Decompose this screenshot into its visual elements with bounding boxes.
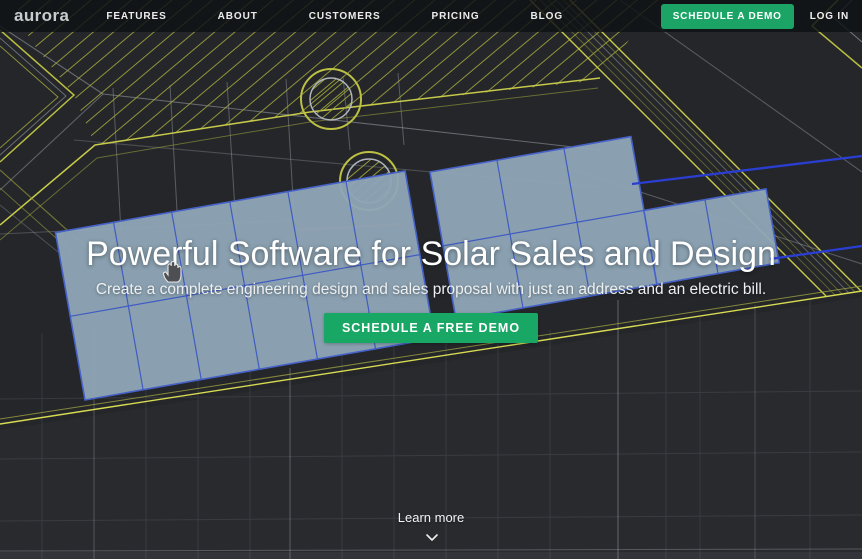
hero-subtitle: Create a complete engineering design and… bbox=[0, 281, 862, 299]
grab-cursor-icon bbox=[160, 256, 186, 286]
nav-item-about[interactable]: ABOUT bbox=[218, 11, 258, 22]
schedule-demo-button[interactable]: SCHEDULE A DEMO bbox=[661, 4, 794, 29]
login-link[interactable]: LOG IN bbox=[810, 11, 849, 22]
tree-circle-1 bbox=[301, 69, 361, 129]
hero-title: Powerful Software for Solar Sales and De… bbox=[0, 235, 862, 274]
header-right-group: SCHEDULE A DEMO LOG IN bbox=[661, 4, 849, 29]
nav-item-features[interactable]: FEATURES bbox=[106, 11, 166, 22]
main-nav: FEATURES ABOUT CUSTOMERS PRICING BLOG bbox=[106, 11, 563, 22]
nav-item-blog[interactable]: BLOG bbox=[531, 11, 564, 22]
nav-item-pricing[interactable]: PRICING bbox=[432, 11, 480, 22]
cad-design-scene bbox=[0, 0, 862, 559]
schedule-free-demo-button[interactable]: SCHEDULE A FREE DEMO bbox=[324, 313, 538, 343]
hero-cta-wrap: SCHEDULE A FREE DEMO bbox=[0, 313, 862, 343]
nav-item-customers[interactable]: CUSTOMERS bbox=[309, 11, 381, 22]
aurora-logo[interactable]: aurora bbox=[14, 6, 69, 26]
bottom-strip bbox=[0, 552, 862, 559]
chevron-down-icon[interactable] bbox=[425, 533, 439, 542]
learn-more-link[interactable]: Learn more bbox=[0, 510, 862, 525]
app-header: aurora FEATURES ABOUT CUSTOMERS PRICING … bbox=[0, 0, 862, 32]
